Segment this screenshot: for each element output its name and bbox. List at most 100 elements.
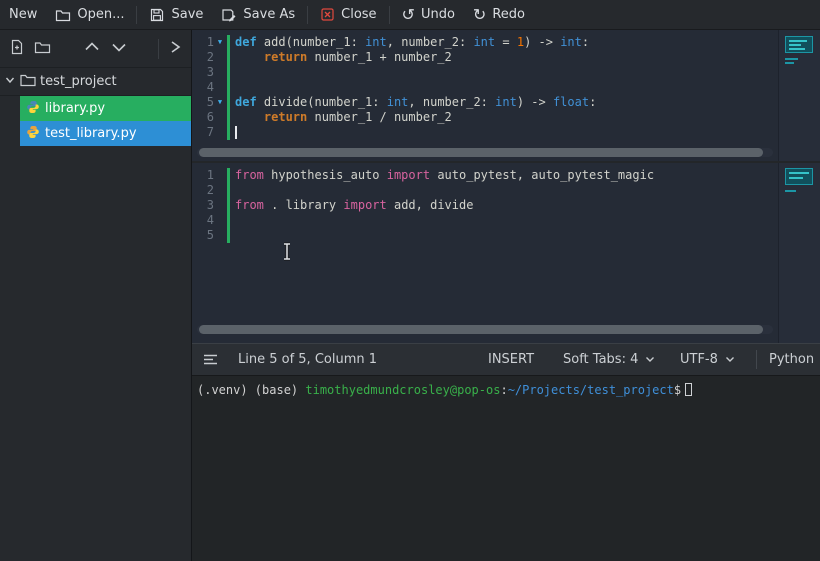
terminal-prompt: (.venv) (base) timothyedmundcrosley@pop-…: [192, 376, 820, 397]
code-text: from . library import add, divide: [230, 198, 473, 213]
status-bar: Line 5 of 5, Column 1 INSERT Soft Tabs: …: [192, 343, 820, 375]
code-text: return number_1 + number_2: [230, 50, 452, 65]
code-text: [230, 65, 235, 80]
python-file-icon: [26, 100, 40, 118]
code-line[interactable]: 7: [192, 125, 778, 140]
fold-column: [214, 65, 226, 80]
mouse-ibeam-cursor: [281, 242, 293, 265]
project-sidebar: test_project library.py test_library.py: [0, 30, 192, 561]
tree-item-test-library-py[interactable]: test_library.py: [20, 121, 191, 146]
save-as-icon: [221, 7, 237, 23]
redo-button[interactable]: ↻ Redo: [464, 0, 534, 29]
minimap-top[interactable]: [778, 30, 820, 161]
line-number: 3: [192, 198, 214, 213]
encoding-selector[interactable]: UTF-8: [680, 344, 735, 375]
line-number: 5: [192, 228, 214, 243]
fold-column: [214, 168, 226, 183]
save-icon: [149, 7, 165, 23]
code-line[interactable]: 5: [192, 228, 778, 243]
fold-column: [214, 50, 226, 65]
chevron-down-icon[interactable]: [110, 39, 128, 59]
save-as-button[interactable]: Save As: [212, 0, 304, 29]
code-line[interactable]: 3 from . library import add, divide: [192, 198, 778, 213]
code-line[interactable]: 1from hypothesis_auto import auto_pytest…: [192, 168, 778, 183]
minimap-bottom[interactable]: [778, 163, 820, 343]
kate-editor-window: New Open... Save Save As Close: [0, 0, 820, 561]
expand-chevron-icon[interactable]: [4, 74, 16, 90]
tree-item-library-py[interactable]: library.py: [20, 96, 191, 121]
tree-item-test-project[interactable]: test_project: [0, 68, 191, 96]
code-lines-top: 1▼def add(number_1: int, number_2: int =…: [192, 35, 778, 140]
prompt-symbol: $: [674, 383, 681, 397]
file-label: test_library.py: [45, 126, 137, 141]
code-text: [230, 228, 235, 243]
line-number: 7: [192, 125, 214, 140]
sidebar-toolbar: [0, 30, 191, 68]
horizontal-scrollbar-bottom[interactable]: [197, 325, 773, 334]
line-number: 2: [192, 50, 214, 65]
new-folder-icon[interactable]: [34, 39, 51, 59]
open-button[interactable]: Open...: [46, 0, 133, 29]
fold-column: [214, 80, 226, 95]
working-directory: ~/Projects/test_project: [508, 383, 674, 397]
horizontal-scrollbar-top[interactable]: [197, 148, 773, 157]
chevron-right-icon[interactable]: [168, 39, 182, 59]
line-number: 1: [192, 35, 214, 50]
fold-marker-icon[interactable]: ▼: [214, 95, 226, 110]
code-lines-bottom: 1from hypothesis_auto import auto_pytest…: [192, 168, 778, 243]
scrollbar-thumb[interactable]: [199, 148, 763, 157]
toolbar-separator: [389, 6, 390, 24]
redo-button-label: Redo: [492, 7, 525, 22]
cursor-position[interactable]: Line 5 of 5, Column 1: [238, 344, 377, 375]
minimap-mark: [785, 58, 798, 60]
fold-column: [214, 213, 226, 228]
code-line[interactable]: 3: [192, 65, 778, 80]
line-number: 5: [192, 95, 214, 110]
code-text: from hypothesis_auto import auto_pytest,…: [230, 168, 654, 183]
line-number: 2: [192, 183, 214, 198]
line-number: 6: [192, 110, 214, 125]
save-as-button-label: Save As: [243, 7, 295, 22]
new-button-label: New: [9, 7, 37, 22]
open-folder-icon: [55, 7, 71, 23]
code-text: [230, 80, 235, 95]
close-document-icon: [320, 7, 335, 22]
soft-tabs-selector[interactable]: Soft Tabs: 4: [563, 344, 655, 375]
redo-icon: ↻: [473, 7, 486, 23]
lines-icon[interactable]: [203, 344, 218, 375]
new-button[interactable]: New: [0, 0, 46, 29]
save-button[interactable]: Save: [140, 0, 212, 29]
save-button-label: Save: [171, 7, 203, 22]
undo-button[interactable]: ↺ Undo: [393, 0, 464, 29]
main-toolbar: New Open... Save Save As Close: [0, 0, 820, 30]
new-file-icon[interactable]: [9, 39, 25, 59]
code-line[interactable]: 4: [192, 213, 778, 228]
code-line[interactable]: 5▼def divide(number_1: int, number_2: in…: [192, 95, 778, 110]
code-text: [230, 213, 235, 228]
prompt-colon: :: [500, 383, 507, 397]
code-line[interactable]: 1▼ def add(number_1: int, number_2: int =…: [192, 35, 778, 50]
statusbar-separator: [756, 350, 757, 369]
code-line[interactable]: 4: [192, 80, 778, 95]
python-file-icon: [26, 125, 40, 143]
code-text: [230, 183, 235, 198]
minimap-preview: [785, 36, 813, 53]
code-line[interactable]: 2 return number_1 + number_2: [192, 50, 778, 65]
fold-marker-icon[interactable]: ▼: [214, 35, 226, 50]
close-button[interactable]: Close: [311, 0, 385, 29]
chevron-up-icon[interactable]: [83, 39, 101, 59]
code-line[interactable]: 6 return number_1 / number_2: [192, 110, 778, 125]
toolbar-separator: [136, 6, 137, 24]
editor-pane-library[interactable]: 1▼def add(number_1: int, number_2: int =…: [192, 30, 820, 161]
code-text: def add(number_1: int, number_2: int = 1…: [230, 35, 589, 50]
chevron-down-icon: [645, 352, 655, 367]
scrollbar-thumb[interactable]: [199, 325, 763, 334]
code-line[interactable]: 2: [192, 183, 778, 198]
user-host: timothyedmundcrosley@pop-os: [305, 383, 500, 397]
language-selector[interactable]: Python: [769, 344, 814, 375]
line-number: 4: [192, 213, 214, 228]
text-caret: [235, 126, 237, 139]
terminal-panel[interactable]: (.venv) (base) timothyedmundcrosley@pop-…: [192, 375, 820, 561]
input-mode[interactable]: INSERT: [488, 344, 534, 375]
fold-column: [214, 110, 226, 125]
